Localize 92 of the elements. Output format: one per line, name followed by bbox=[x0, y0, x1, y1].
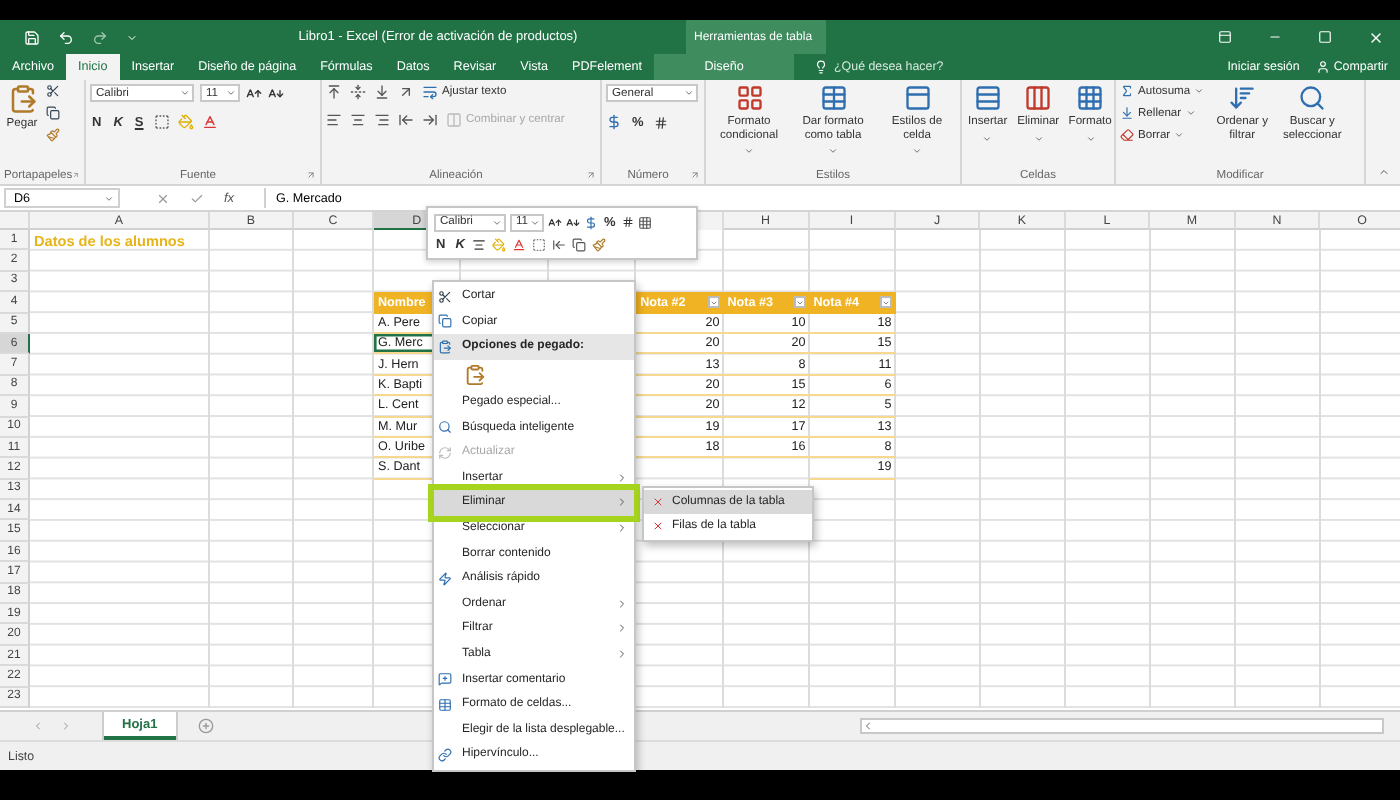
lightbulb-icon bbox=[814, 60, 829, 74]
filter-button[interactable] bbox=[879, 296, 892, 309]
align-center-icon[interactable] bbox=[472, 238, 487, 253]
merge-icon bbox=[446, 112, 462, 128]
align-middle-icon[interactable] bbox=[350, 84, 366, 100]
close-icon[interactable] bbox=[1368, 29, 1384, 45]
filter-button[interactable] bbox=[793, 296, 806, 309]
caret-icon bbox=[226, 88, 236, 98]
conditional-format-icon bbox=[735, 84, 763, 112]
caret-icon bbox=[744, 146, 754, 157]
caret-icon bbox=[828, 146, 838, 157]
horizontal-scrollbar[interactable] bbox=[860, 718, 1384, 734]
person-icon bbox=[1315, 60, 1330, 74]
format-painter-icon[interactable] bbox=[46, 128, 60, 142]
increase-indent-icon[interactable] bbox=[422, 112, 438, 128]
border-icon[interactable] bbox=[153, 114, 170, 130]
clipboard-icon bbox=[7, 84, 37, 114]
currency-icon[interactable] bbox=[584, 215, 598, 230]
table-icon bbox=[819, 84, 847, 112]
search-icon bbox=[1298, 84, 1327, 112]
copy-icon[interactable] bbox=[572, 238, 587, 253]
caret-icon bbox=[1174, 130, 1185, 140]
dialog-launcher-icon[interactable] bbox=[586, 170, 596, 180]
minimize-icon[interactable] bbox=[1268, 30, 1282, 44]
caret-icon bbox=[982, 133, 993, 144]
scissors-icon[interactable] bbox=[46, 84, 60, 98]
caret-icon bbox=[684, 88, 694, 98]
dialog-launcher-icon[interactable] bbox=[690, 170, 700, 180]
decrease-indent-icon[interactable] bbox=[398, 112, 414, 128]
format-cells-icon bbox=[1076, 84, 1105, 112]
fill-color-icon[interactable] bbox=[177, 114, 194, 130]
sum-icon bbox=[1120, 84, 1134, 98]
decrease-font-icon[interactable] bbox=[566, 215, 580, 230]
caret-icon bbox=[104, 193, 114, 203]
search-icon bbox=[438, 420, 452, 435]
increase-font-icon[interactable] bbox=[548, 215, 562, 230]
filter-button[interactable] bbox=[707, 296, 720, 309]
increase-font-icon[interactable] bbox=[246, 85, 262, 101]
thousands-icon[interactable] bbox=[653, 115, 668, 129]
add-sheet-icon[interactable] bbox=[197, 718, 214, 734]
caret-icon bbox=[180, 88, 190, 98]
enter-icon[interactable] bbox=[190, 191, 204, 205]
orientation-icon[interactable] bbox=[398, 84, 414, 100]
currency-icon[interactable] bbox=[606, 114, 622, 130]
cross-icon bbox=[652, 520, 664, 533]
caret-icon bbox=[912, 146, 922, 157]
sort-filter-icon bbox=[1228, 84, 1257, 112]
align-bottom-icon[interactable] bbox=[374, 84, 390, 100]
copy-icon bbox=[438, 314, 452, 329]
fill-down-icon bbox=[1120, 106, 1134, 120]
align-top-icon[interactable] bbox=[326, 84, 342, 100]
insert-cells-icon bbox=[973, 84, 1002, 112]
ribbon-options-icon[interactable] bbox=[1218, 30, 1232, 44]
align-right-icon[interactable] bbox=[374, 112, 390, 128]
link-icon bbox=[438, 747, 452, 762]
caret-icon bbox=[1085, 133, 1096, 144]
cancel-icon[interactable] bbox=[156, 191, 170, 205]
cross-icon bbox=[652, 496, 664, 509]
caret-icon bbox=[492, 217, 502, 228]
border-icon[interactable] bbox=[532, 238, 547, 253]
table-icon[interactable] bbox=[637, 215, 652, 230]
font-color-icon[interactable] bbox=[512, 238, 527, 253]
decimal-icon[interactable] bbox=[552, 238, 567, 253]
clipboard-icon bbox=[438, 339, 452, 354]
decrease-font-icon[interactable] bbox=[268, 85, 284, 101]
undo-icon[interactable] bbox=[58, 29, 74, 45]
wrap-text-icon bbox=[422, 84, 438, 100]
caret-icon bbox=[1194, 86, 1205, 96]
thousands-icon[interactable] bbox=[621, 216, 634, 229]
dialog-launcher-icon[interactable] bbox=[306, 170, 316, 180]
customize-icon[interactable] bbox=[126, 31, 138, 43]
caret-icon bbox=[530, 217, 540, 228]
refresh-icon bbox=[438, 445, 452, 460]
save-icon[interactable] bbox=[24, 29, 40, 45]
maximize-icon[interactable] bbox=[1318, 30, 1332, 44]
delete-cells-icon bbox=[1024, 84, 1053, 112]
font-color-icon[interactable] bbox=[201, 114, 218, 130]
caret-icon bbox=[1185, 108, 1196, 118]
align-center-icon[interactable] bbox=[350, 112, 366, 128]
cell-style-icon bbox=[903, 84, 931, 112]
comment-icon bbox=[438, 672, 452, 687]
lightning-icon bbox=[438, 571, 452, 586]
redo-icon[interactable] bbox=[92, 29, 108, 45]
align-left-icon[interactable] bbox=[326, 112, 342, 128]
clipboard-icon bbox=[464, 363, 486, 386]
scissors-icon bbox=[438, 289, 452, 304]
copy-icon[interactable] bbox=[46, 106, 60, 120]
format-painter-icon[interactable] bbox=[592, 238, 607, 253]
caret-icon bbox=[1033, 133, 1044, 144]
eraser-icon bbox=[1120, 128, 1134, 142]
fill-color-icon[interactable] bbox=[492, 238, 507, 253]
table-icon bbox=[438, 697, 452, 712]
